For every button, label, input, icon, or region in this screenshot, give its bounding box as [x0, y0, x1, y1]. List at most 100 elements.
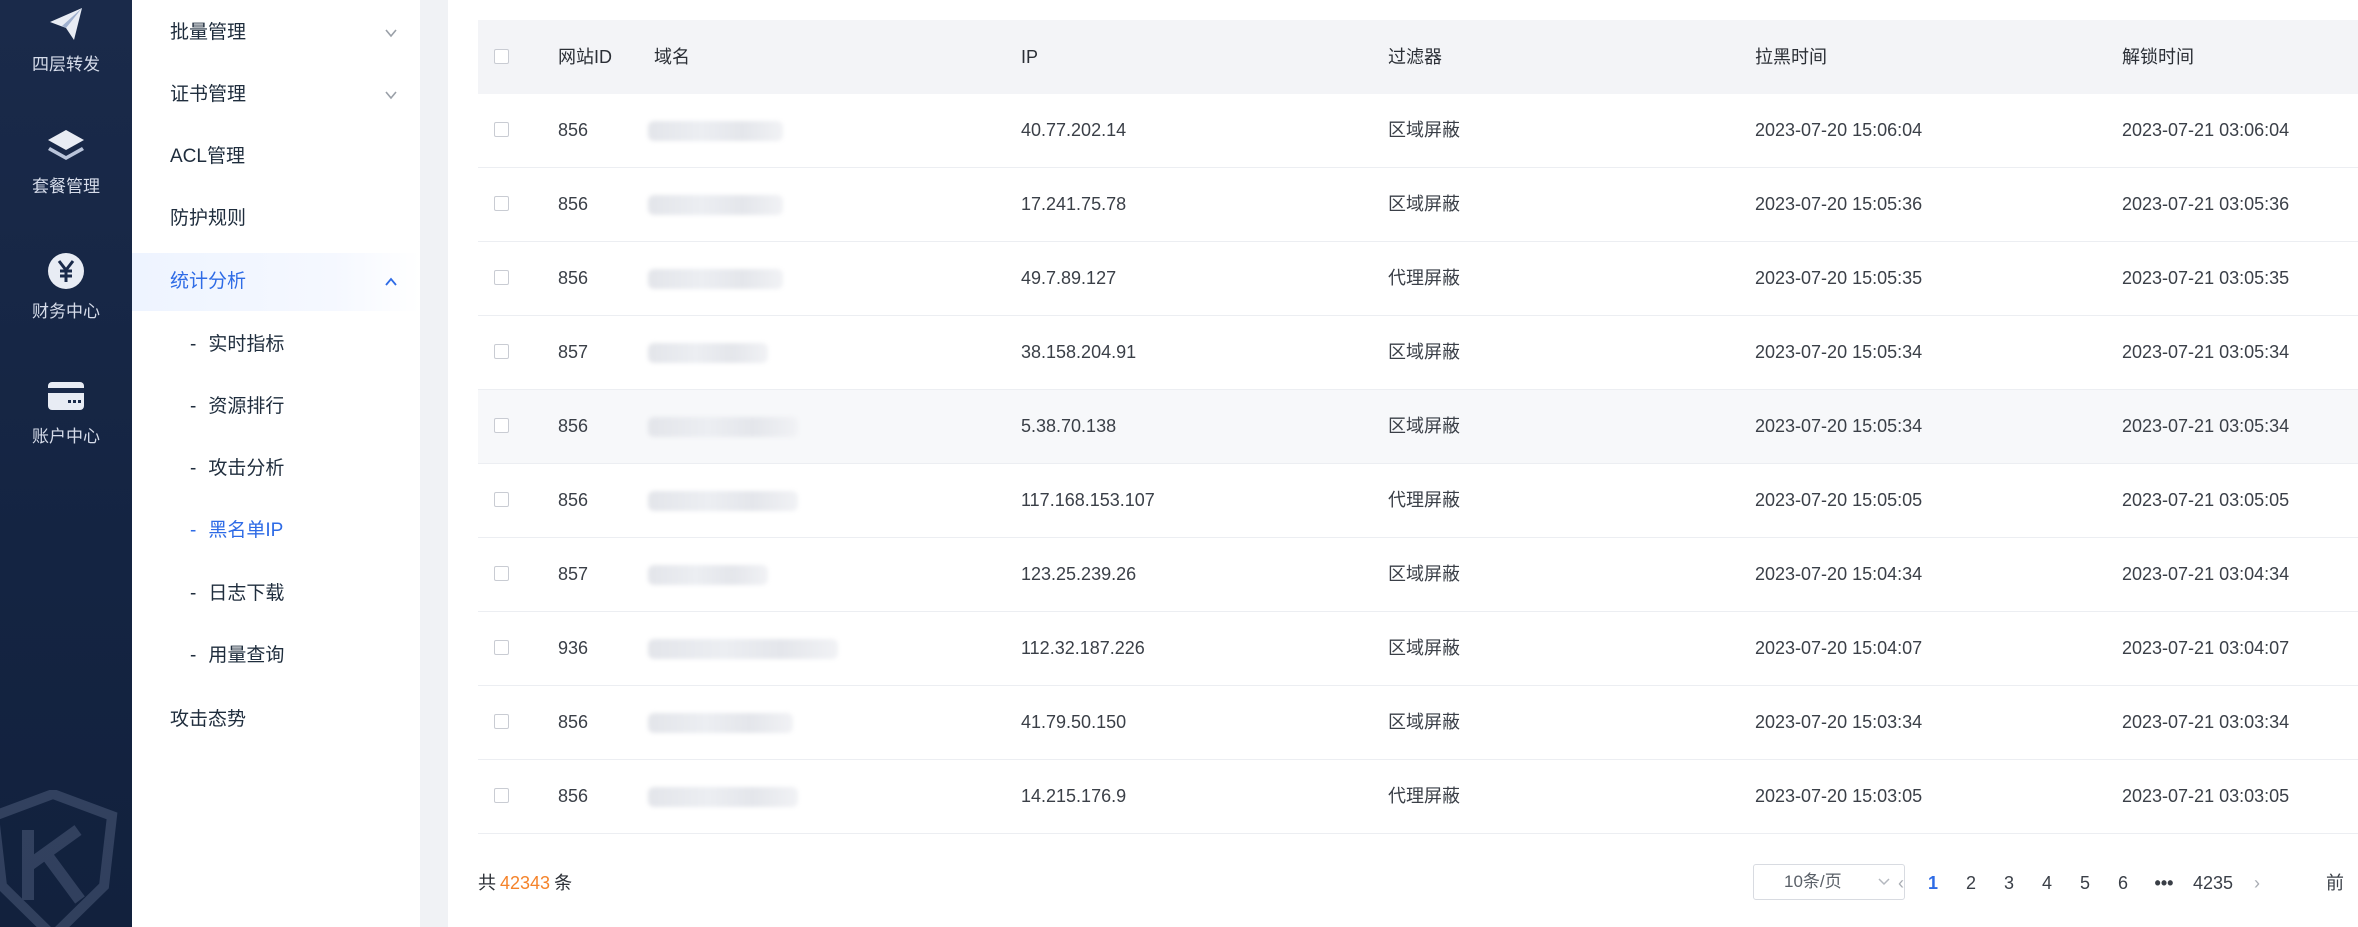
table-row[interactable]: 857 38.158.204.91 区域屏蔽 2023-07-20 15:05:34 2… [478, 316, 2358, 390]
dash-marker: - [190, 645, 197, 666]
cell-ip: 17.241.75.78 [1021, 194, 1127, 214]
page-size-value: 10条/页 [1784, 872, 1842, 891]
menu-item-label: ACL管理 [170, 146, 245, 167]
menu-item-rules[interactable]: 防护规则 [132, 190, 420, 248]
table-row[interactable]: 856 14.215.176.9 代理屏蔽 2023-07-20 15:03:05 20… [478, 760, 2358, 834]
column-header-ip[interactable]: IP [1021, 20, 1038, 94]
table-row[interactable]: 856w41.79.50.150区域屏蔽2023-07-20 15:03:342… [478, 686, 2358, 760]
submenu-child-label: 日志下载 [208, 583, 285, 604]
cell-filter: 区域屏蔽 [1388, 416, 1460, 436]
cell-unlock-time: 2023-07-21 03:05:05 [2122, 490, 2290, 510]
page-5[interactable]: 5 [2070, 858, 2100, 908]
rail-item-forwarding[interactable]: 四层转发 [0, 0, 132, 75]
dash-marker: - [190, 458, 197, 479]
page-6[interactable]: 6 [2108, 858, 2138, 908]
page-2[interactable]: 2 [1956, 858, 1986, 908]
row-checkbox[interactable] [494, 196, 509, 211]
cell-unlock-time: 2023-07-21 03:03:34 [2122, 712, 2290, 732]
table-row[interactable]: 856 49.7.89.127 代理屏蔽 2023-07-20 15:05:35 202… [478, 242, 2358, 316]
row-checkbox[interactable] [494, 122, 509, 137]
column-header-unlock-time[interactable]: 解锁时间 [2122, 20, 2194, 94]
submenu-child-attack-analysis[interactable]: - 攻击分析 [132, 440, 420, 498]
table-header: 网站ID 域名 IP 过滤器 拉黑时间 解锁时间 [478, 20, 2358, 94]
redacted-domain [648, 565, 768, 585]
chevron-up-icon [385, 277, 397, 286]
shield-logo-icon [0, 790, 118, 927]
submenu-child-label: 实时指标 [208, 334, 285, 355]
page-3[interactable]: 3 [1994, 858, 2024, 908]
row-checkbox[interactable] [494, 270, 509, 285]
rail-item-finance[interactable]: 财务中心 [0, 251, 132, 322]
menu-item-label: 防护规则 [170, 208, 247, 229]
page-4[interactable]: 4 [2032, 858, 2062, 908]
cell-blocked-time: 2023-07-20 15:06:04 [1755, 120, 1923, 140]
paper-plane-icon [50, 8, 82, 40]
submenu-child-realtime[interactable]: - 实时指标 [132, 316, 420, 374]
cell-unlock-time: 2023-07-21 03:03:05 [2122, 786, 2290, 806]
card-icon [48, 382, 84, 410]
cell-ip: 38.158.204.91 [1021, 342, 1137, 362]
chevron-down-icon [385, 91, 397, 100]
rail-item-plans[interactable]: 套餐管理 [0, 126, 132, 197]
row-checkbox[interactable] [494, 714, 509, 729]
menu-item-attack-situation[interactable]: 攻击态势 [132, 691, 420, 749]
icon-rail: 四层转发 套餐管理 财务中心 账户中心 [0, 0, 132, 927]
cell-site-id: 856 [558, 490, 589, 510]
page-ellipsis[interactable]: ••• [2144, 858, 2184, 908]
submenu-child-label: 用量查询 [208, 645, 285, 666]
page-1[interactable]: 1 [1918, 858, 1948, 908]
yen-coin-icon [48, 253, 84, 289]
column-header-site-id[interactable]: 网站ID [558, 20, 612, 94]
page-size-select[interactable]: 10条/页 [1753, 864, 1905, 900]
submenu-child-log-download[interactable]: - 日志下载 [132, 565, 420, 623]
table-row[interactable]: 856 17.241.75.78 区域屏蔽 2023-07-20 15:05:36 20… [478, 168, 2358, 242]
column-header-blocked-time[interactable]: 拉黑时间 [1755, 20, 1827, 94]
table-row[interactable]: 856 117.168.153.107 代理屏蔽 2023-07-20 15:05:0… [478, 464, 2358, 538]
cell-blocked-time: 2023-07-20 15:05:05 [1755, 490, 1923, 510]
row-checkbox[interactable] [494, 344, 509, 359]
table-row[interactable]: 856 5.38.70.138 区域屏蔽 2023-07-20 15:05:34 202… [478, 390, 2358, 464]
cell-filter: 区域屏蔽 [1388, 120, 1460, 140]
row-checkbox[interactable] [494, 640, 509, 655]
cell-blocked-time: 2023-07-20 15:05:36 [1755, 194, 1923, 214]
cell-site-id: 856 [558, 268, 589, 288]
cell-ip: 14.215.176.9 [1021, 786, 1127, 806]
page-last[interactable]: 4235 [2188, 858, 2238, 908]
menu-item-label: 批量管理 [170, 22, 247, 43]
column-header-domain[interactable]: 域名 [654, 20, 690, 94]
submenu-child-label: 黑名单IP [208, 520, 284, 541]
cell-site-id: 857 [558, 564, 589, 584]
main-content: 网站ID 域名 IP 过滤器 拉黑时间 解锁时间 856 40.77.202.14… [448, 0, 2358, 927]
redacted-domain [648, 639, 838, 659]
dash-marker: - [190, 334, 197, 355]
menu-item-acl[interactable]: ACL管理 [132, 128, 420, 186]
table-row[interactable]: 856 40.77.202.14 区域屏蔽 2023-07-20 15:06:04 20… [478, 94, 2358, 168]
menu-item-cert[interactable]: 证书管理 [132, 66, 420, 124]
table-row[interactable]: 936 112.32.187.226 区域屏蔽 2023-07-20 15:04:07… [478, 612, 2358, 686]
prev-page-button[interactable]: ‹ [1886, 858, 1916, 908]
total-prefix: 共 [478, 873, 496, 893]
submenu-child-blacklist-ip[interactable]: - 黑名单IP [132, 502, 420, 560]
chevron-down-icon [385, 29, 397, 38]
layers-icon [48, 130, 84, 160]
row-checkbox[interactable] [494, 418, 509, 433]
row-checkbox[interactable] [494, 566, 509, 581]
row-checkbox[interactable] [494, 492, 509, 507]
table-row[interactable]: 857 123.25.239.26 区域屏蔽 2023-07-20 15:04:34 2… [478, 538, 2358, 612]
cell-site-id: 856 [558, 416, 589, 436]
redacted-domain [648, 121, 783, 141]
column-header-filter[interactable]: 过滤器 [1388, 20, 1442, 94]
submenu-child-ranking[interactable]: - 资源排行 [132, 378, 420, 436]
row-checkbox[interactable] [494, 788, 509, 803]
menu-item-stats[interactable]: 统计分析 [132, 253, 420, 311]
cell-site-id: 856 [558, 786, 589, 806]
next-page-button[interactable]: › [2242, 858, 2272, 908]
redacted-domain [648, 343, 768, 363]
select-all-checkbox[interactable] [494, 49, 509, 64]
cell-blocked-time: 2023-07-20 15:03:34 [1755, 712, 1923, 732]
cell-blocked-time: 2023-07-20 15:03:05 [1755, 786, 1923, 806]
submenu-child-label: 攻击分析 [208, 458, 285, 479]
submenu-child-usage[interactable]: - 用量查询 [132, 627, 420, 685]
menu-item-batch[interactable]: 批量管理 [132, 4, 420, 62]
rail-item-account[interactable]: 账户中心 [0, 376, 132, 447]
